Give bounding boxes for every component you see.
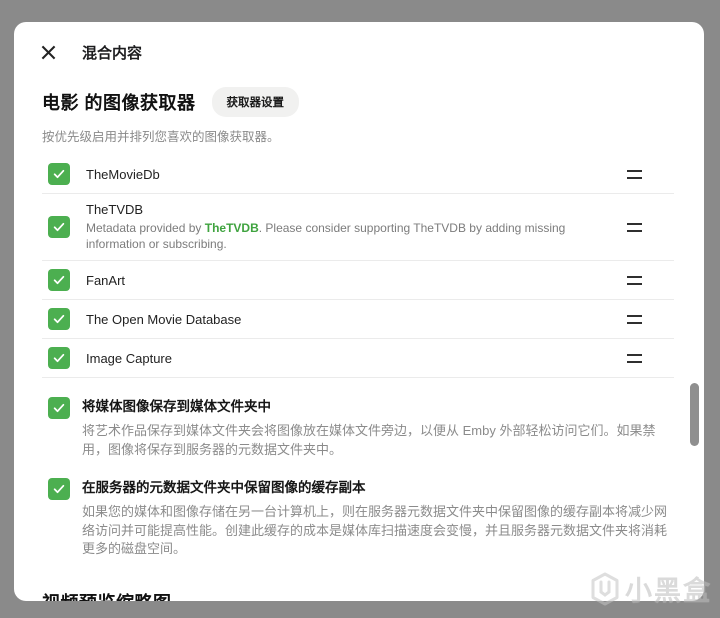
checkbox-checked-icon[interactable]	[48, 308, 70, 331]
drag-handle-icon[interactable]	[627, 275, 642, 285]
fetcher-section-subtitle: 按优先级启用并排列您喜欢的图像获取器。	[42, 130, 280, 144]
option-save-images-in-media-folders: 将媒体图像保存到媒体文件夹中 将艺术作品保存到媒体文件夹会将图像放在媒体文件旁边…	[42, 396, 674, 459]
thetvdb-link[interactable]: TheTVDB	[205, 221, 259, 235]
option-cache-images-in-metadata: 在服务器的元数据文件夹中保留图像的缓存副本 如果您的媒体和图像存储在另一台计算机…	[42, 477, 674, 558]
option-description: 如果您的媒体和图像存储在另一台计算机上，则在服务器元数据文件夹中保留图像的缓存副…	[82, 504, 668, 557]
drag-handle-icon[interactable]	[627, 169, 642, 179]
fetcher-label: Image Capture	[86, 350, 172, 366]
drag-handle-icon[interactable]	[627, 222, 642, 232]
fetcher-row-themoviedb: TheMovieDb	[42, 155, 674, 194]
fetcher-label: The Open Movie Database	[86, 311, 242, 327]
checkbox-checked-icon[interactable]	[48, 478, 70, 501]
drag-handle-icon[interactable]	[627, 353, 642, 363]
thumbnails-section-heading: 视频预览缩略图	[42, 589, 674, 601]
dialog-body: 电影 的图像获取器 获取器设置 按优先级启用并排列您喜欢的图像获取器。 TheM…	[14, 87, 704, 601]
fetcher-row-image-capture: Image Capture	[42, 339, 674, 379]
dialog-title: 混合内容	[82, 45, 143, 62]
option-label: 将媒体图像保存到媒体文件夹中	[82, 399, 271, 415]
fetcher-list: TheMovieDb TheTVDB Metadata provided by …	[42, 155, 674, 379]
option-label: 在服务器的元数据文件夹中保留图像的缓存副本	[82, 480, 366, 496]
fetcher-description: Metadata provided by TheTVDB. Please con…	[86, 221, 566, 252]
fetcher-label: FanArt	[86, 272, 126, 288]
checkbox-checked-icon[interactable]	[48, 269, 70, 292]
checkbox-checked-icon[interactable]	[48, 397, 70, 420]
checkbox-checked-icon[interactable]	[48, 163, 70, 185]
fetcher-row-omdb: The Open Movie Database	[42, 300, 674, 340]
option-description: 将艺术作品保存到媒体文件夹会将图像放在媒体文件旁边，以便从 Emby 外部轻松访…	[82, 423, 656, 457]
mixed-content-dialog: 混合内容 电影 的图像获取器 获取器设置 按优先级启用并排列您喜欢的图像获取器。…	[14, 22, 704, 601]
fetcher-row-thetvdb: TheTVDB Metadata provided by TheTVDB. Pl…	[42, 194, 674, 262]
close-icon[interactable]	[40, 45, 56, 61]
fetcher-label: TheTVDB	[86, 202, 144, 217]
scrollbar-thumb[interactable]	[690, 383, 699, 446]
checkbox-checked-icon[interactable]	[48, 216, 70, 239]
checkbox-checked-icon[interactable]	[48, 347, 70, 370]
fetcher-section-header: 电影 的图像获取器 获取器设置	[42, 87, 674, 117]
fetcher-settings-button[interactable]: 获取器设置	[211, 87, 300, 117]
drag-handle-icon[interactable]	[627, 314, 642, 324]
fetcher-section-heading: 电影 的图像获取器	[42, 93, 196, 113]
fetcher-label: TheMovieDb	[86, 166, 160, 182]
dialog-header: 混合内容	[14, 22, 704, 63]
fetcher-row-fanart: FanArt	[42, 261, 674, 301]
